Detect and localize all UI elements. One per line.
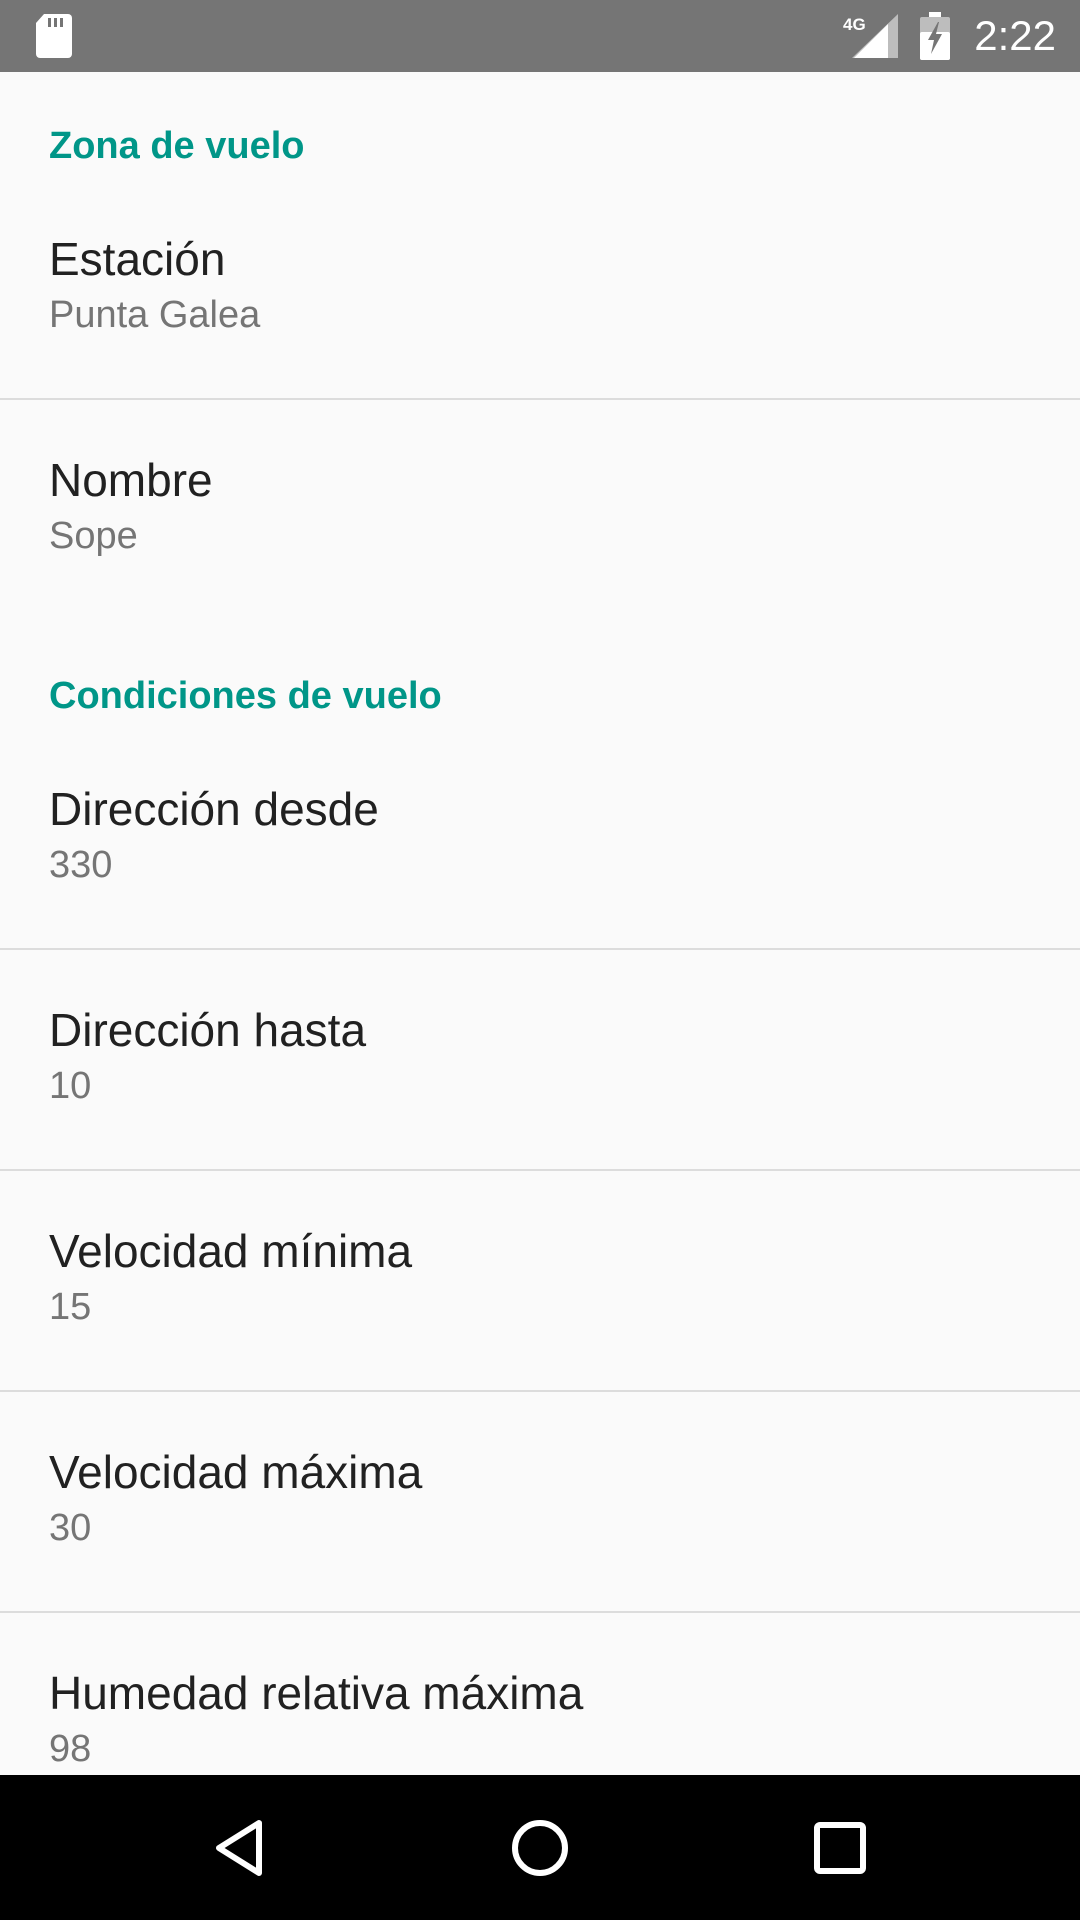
pref-summary: Sope — [49, 515, 138, 557]
navigation-bar — [0, 1775, 1080, 1920]
category-header-condiciones-de-vuelo: Condiciones de vuelo — [49, 675, 442, 717]
category-header-zona-de-vuelo: Zona de vuelo — [49, 125, 305, 167]
recents-icon[interactable] — [807, 1815, 873, 1881]
divider — [0, 398, 1080, 400]
pref-item-estacion[interactable]: Estación Punta Galea — [0, 232, 1080, 452]
pref-item-humedad-relativa-maxima[interactable]: Humedad relativa máxima 98 — [0, 1666, 1080, 1775]
pref-summary: 15 — [49, 1286, 92, 1328]
pref-title: Velocidad máxima — [49, 1446, 423, 1498]
preferences-list: Zona de vuelo Estación Punta Galea Nombr… — [0, 72, 1080, 1775]
pref-title: Humedad relativa máxima — [49, 1667, 584, 1719]
pref-summary: 330 — [49, 844, 113, 886]
back-icon[interactable] — [207, 1815, 273, 1881]
divider — [0, 1390, 1080, 1392]
pref-item-velocidad-maxima[interactable]: Velocidad máxima 30 — [0, 1445, 1080, 1665]
battery-charging-icon — [920, 12, 950, 60]
pref-summary: 98 — [49, 1728, 92, 1770]
pref-title: Velocidad mínima — [49, 1225, 413, 1277]
divider — [0, 948, 1080, 950]
pref-summary: 10 — [49, 1065, 92, 1107]
status-bar: 4G 2:22 — [0, 0, 1080, 72]
status-clock: 2:22 — [974, 12, 1056, 59]
pref-title: Nombre — [49, 454, 213, 506]
pref-title: Dirección hasta — [49, 1004, 367, 1056]
divider — [0, 1169, 1080, 1171]
pref-summary: Punta Galea — [49, 294, 261, 336]
pref-summary: 30 — [49, 1507, 92, 1549]
pref-item-velocidad-minima[interactable]: Velocidad mínima 15 — [0, 1224, 1080, 1444]
pref-title: Estación — [49, 233, 226, 285]
pref-title: Dirección desde — [49, 783, 379, 835]
divider — [0, 1611, 1080, 1613]
sd-card-icon — [36, 14, 72, 58]
signal-icon — [852, 14, 898, 58]
home-icon[interactable] — [507, 1815, 573, 1881]
pref-item-nombre[interactable]: Nombre Sope — [0, 453, 1080, 673]
pref-item-direccion-hasta[interactable]: Dirección hasta 10 — [0, 1003, 1080, 1223]
pref-item-direccion-desde[interactable]: Dirección desde 330 — [0, 782, 1080, 1002]
